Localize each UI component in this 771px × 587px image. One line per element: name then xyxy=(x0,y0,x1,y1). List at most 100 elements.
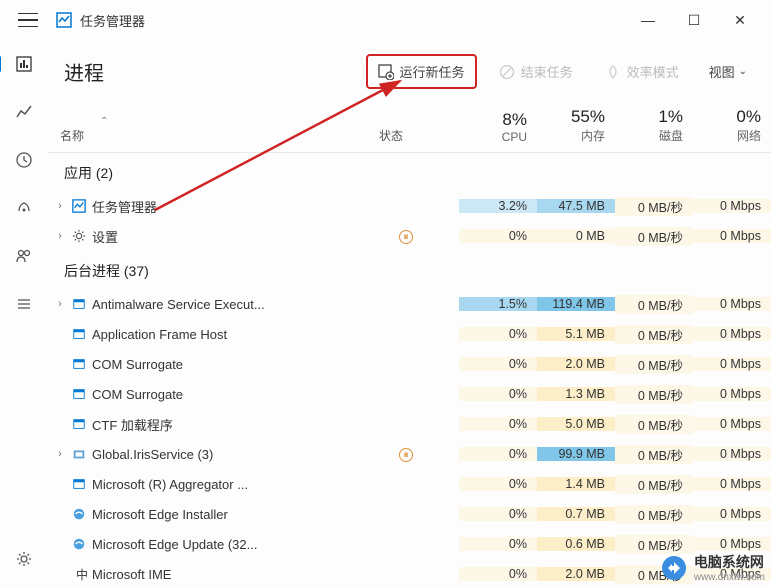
table-row[interactable]: Application Frame Host0%5.1 MB0 MB/秒0 Mb… xyxy=(48,319,771,349)
close-button[interactable]: ✕ xyxy=(717,4,763,36)
memory-cell: 2.0 MB xyxy=(537,357,615,371)
col-status-header[interactable]: 状态 xyxy=(379,127,449,144)
process-icon xyxy=(72,447,92,461)
process-icon xyxy=(72,297,92,311)
process-name: 任务管理器 xyxy=(92,197,399,216)
pause-icon: ⏸ xyxy=(399,230,413,244)
network-cell: 0 Mbps xyxy=(693,327,771,341)
network-cell: 0 Mbps xyxy=(693,447,771,461)
process-icon xyxy=(72,327,92,341)
sidebar xyxy=(0,40,48,587)
process-icon xyxy=(72,387,92,401)
run-new-task-button[interactable]: 运行新任务 xyxy=(366,54,477,89)
col-name-header[interactable]: ⌃ 名称 xyxy=(52,113,379,144)
process-name: COM Surrogate xyxy=(92,387,399,402)
process-name: CTF 加载程序 xyxy=(92,415,399,434)
col-disk-header[interactable]: 1%磁盘 xyxy=(605,107,683,144)
end-task-label: 结束任务 xyxy=(521,62,573,81)
process-icon: 中 xyxy=(72,566,92,583)
table-row[interactable]: Microsoft Edge Installer0%0.7 MB0 MB/秒0 … xyxy=(48,499,771,529)
network-cell: 0 Mbps xyxy=(693,357,771,371)
table-row[interactable]: ›Antimalware Service Execut...1.5%119.4 … xyxy=(48,289,771,319)
table-row[interactable]: COM Surrogate0%2.0 MB0 MB/秒0 Mbps xyxy=(48,349,771,379)
sidebar-details[interactable] xyxy=(12,292,36,316)
memory-cell: 0.7 MB xyxy=(537,507,615,521)
memory-cell: 5.1 MB xyxy=(537,327,615,341)
table-row[interactable]: Microsoft (R) Aggregator ...0%1.4 MB0 MB… xyxy=(48,469,771,499)
expand-toggle[interactable]: › xyxy=(48,448,72,460)
menu-icon[interactable] xyxy=(18,10,38,30)
sidebar-history[interactable] xyxy=(12,148,36,172)
network-cell: 0 Mbps xyxy=(693,199,771,213)
sidebar-startup[interactable] xyxy=(12,196,36,220)
cpu-cell: 0% xyxy=(459,477,537,491)
col-network-header[interactable]: 0%网络 xyxy=(683,107,761,144)
memory-cell: 1.4 MB xyxy=(537,477,615,491)
maximize-button[interactable]: ☐ xyxy=(671,4,717,36)
expand-toggle[interactable]: › xyxy=(48,200,72,212)
expand-toggle[interactable]: › xyxy=(48,230,72,242)
memory-cell: 0 MB xyxy=(537,229,615,243)
cpu-cell: 0% xyxy=(459,327,537,341)
memory-cell: 119.4 MB xyxy=(537,297,615,311)
cpu-cell: 0% xyxy=(459,229,537,243)
process-name: Microsoft (R) Aggregator ... xyxy=(92,477,399,492)
titlebar: 任务管理器 — ☐ ✕ xyxy=(0,0,771,40)
process-name: Microsoft Edge Update (32... xyxy=(92,537,399,552)
app-title: 任务管理器 xyxy=(80,11,145,30)
memory-cell: 1.3 MB xyxy=(537,387,615,401)
table-row[interactable]: › 任务管理器 3.2%47.5 MB0 MB/秒0 Mbps xyxy=(48,191,771,221)
memory-cell: 47.5 MB xyxy=(537,199,615,213)
disk-cell: 0 MB/秒 xyxy=(615,535,693,554)
col-name-label: 名称 xyxy=(60,129,84,143)
sidebar-performance[interactable] xyxy=(12,100,36,124)
disk-cell: 0 MB/秒 xyxy=(615,385,693,404)
process-icon xyxy=(72,477,92,491)
disk-cell: 0 MB/秒 xyxy=(615,355,693,374)
end-task-icon xyxy=(499,64,515,80)
disk-cell: 0 MB/秒 xyxy=(615,197,693,216)
page-title: 进程 xyxy=(64,57,104,86)
memory-cell: 2.0 MB xyxy=(537,567,615,581)
cpu-cell: 0% xyxy=(459,567,537,581)
network-cell: 0 Mbps xyxy=(693,477,771,491)
table-row[interactable]: ›Global.IrisService (3)⏸0%99.9 MB0 MB/秒0… xyxy=(48,439,771,469)
memory-cell: 0.6 MB xyxy=(537,537,615,551)
end-task-button[interactable]: 结束任务 xyxy=(489,56,583,87)
table-row[interactable]: CTF 加载程序0%5.0 MB0 MB/秒0 Mbps xyxy=(48,409,771,439)
network-cell: 0 Mbps xyxy=(693,387,771,401)
cpu-cell: 0% xyxy=(459,417,537,431)
cpu-cell: 0% xyxy=(459,537,537,551)
watermark: 电脑系统网www.dnxtw.com xyxy=(660,552,765,583)
group-bg: 后台进程 (37) xyxy=(48,251,771,289)
sidebar-processes[interactable] xyxy=(12,52,36,76)
sidebar-settings[interactable] xyxy=(12,547,36,571)
process-list[interactable]: 应用 (2) ›任务管理器3.2%47.5 MB0 MB/秒0 Mbps›设置⏸… xyxy=(48,153,771,587)
col-cpu-header[interactable]: 8%CPU xyxy=(449,110,527,144)
process-name: Global.IrisService (3) xyxy=(92,447,399,462)
memory-cell: 99.9 MB xyxy=(537,447,615,461)
col-memory-header[interactable]: 55%内存 xyxy=(527,107,605,144)
view-dropdown[interactable]: 视图 ⌄ xyxy=(701,58,755,85)
columns-header: ⌃ 名称 状态 8%CPU 55%内存 1%磁盘 0%网络 xyxy=(48,103,771,153)
chevron-down-icon: ⌄ xyxy=(739,66,747,77)
group-apps: 应用 (2) xyxy=(48,153,771,191)
minimize-button[interactable]: — xyxy=(625,4,671,36)
table-row[interactable]: COM Surrogate0%1.3 MB0 MB/秒0 Mbps xyxy=(48,379,771,409)
network-cell: 0 Mbps xyxy=(693,297,771,311)
expand-toggle[interactable]: › xyxy=(48,298,72,310)
network-cell: 0 Mbps xyxy=(693,537,771,551)
network-cell: 0 Mbps xyxy=(693,417,771,431)
process-icon xyxy=(72,417,92,431)
efficiency-mode-button[interactable]: 效率模式 xyxy=(595,56,689,87)
run-task-icon xyxy=(378,64,394,80)
process-name: Application Frame Host xyxy=(92,327,399,342)
sidebar-users[interactable] xyxy=(12,244,36,268)
process-name: Antimalware Service Execut... xyxy=(92,297,399,312)
process-name: Microsoft Edge Installer xyxy=(92,507,399,522)
process-icon xyxy=(72,507,92,521)
network-cell: 0 Mbps xyxy=(693,229,771,243)
efficiency-label: 效率模式 xyxy=(627,62,679,81)
table-row[interactable]: ›设置⏸0%0 MB0 MB/秒0 Mbps xyxy=(48,221,771,251)
cpu-cell: 3.2% xyxy=(459,199,537,213)
